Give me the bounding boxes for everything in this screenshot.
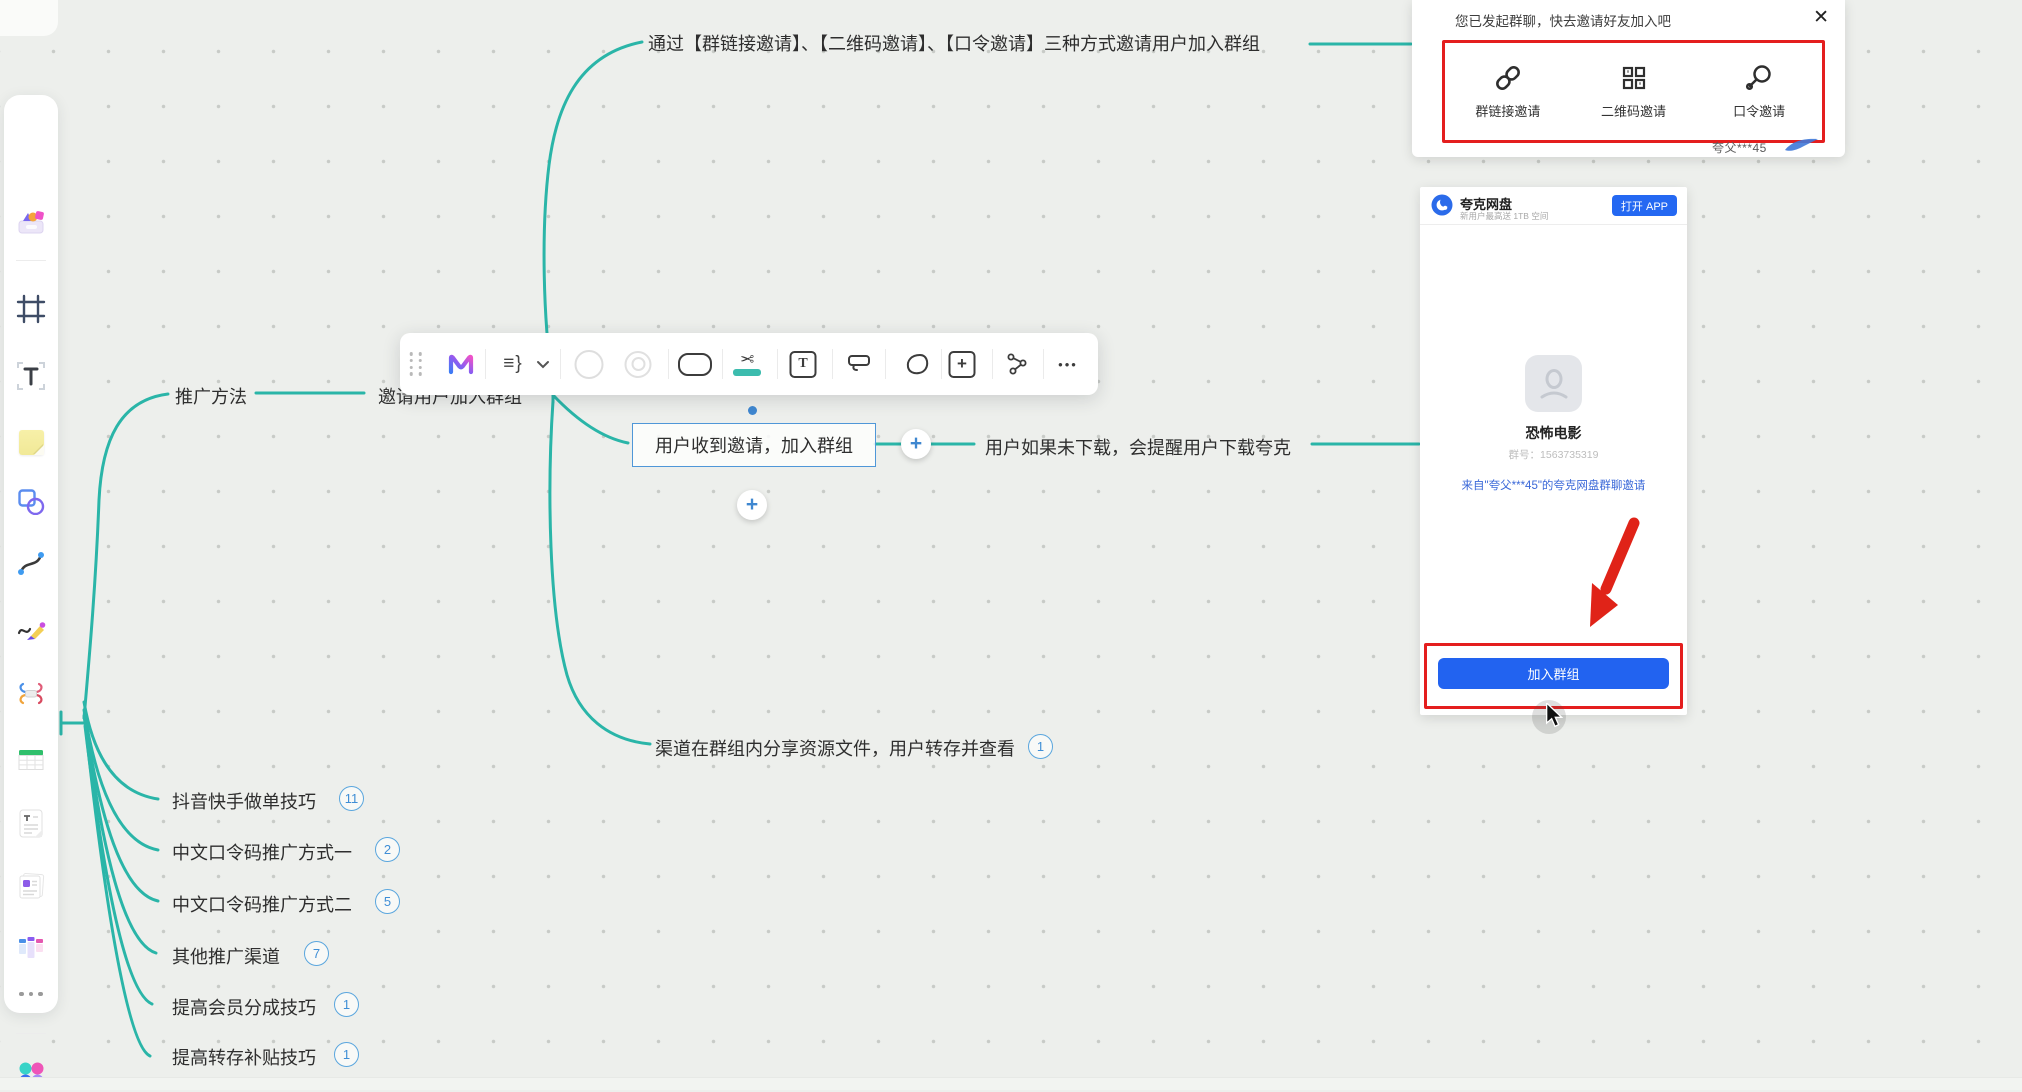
link-icon — [1493, 64, 1523, 92]
toolbar-divider — [832, 349, 833, 379]
node-toolbar: ≡} ✂ T + ••• — [400, 333, 1098, 395]
mindmap-icon[interactable] — [13, 675, 49, 711]
node-code-method-1[interactable]: 中文口令码推广方式一 — [172, 839, 352, 865]
text-style-icon[interactable]: T — [790, 333, 817, 395]
app-header: 夸克网盘 新用户最高送 1TB 空间 打开 APP — [1420, 187, 1687, 225]
collapsed-count-badge[interactable]: 1 — [1028, 734, 1053, 759]
collapsed-count-badge[interactable]: 1 — [334, 1042, 359, 1067]
person-icon — [1537, 367, 1571, 401]
open-app-button[interactable]: 打开 APP — [1612, 195, 1677, 216]
group-avatar — [1525, 355, 1582, 412]
more-tools-icon[interactable] — [13, 981, 49, 1007]
node-douyin-tips[interactable]: 抖音快手做单技巧 — [172, 788, 316, 814]
collapsed-count-badge[interactable]: 7 — [304, 941, 329, 966]
toolbar-divider — [1043, 349, 1044, 379]
drag-handle-icon[interactable] — [410, 333, 423, 395]
invite-options-screenshot[interactable]: 您已发起群聊，快去邀请好友加入吧 ✕ 群链接邀请 二维码邀请 口令邀请 夸父**… — [1412, 0, 1845, 157]
toolbar-divider — [668, 349, 669, 379]
table-icon[interactable] — [13, 742, 49, 778]
passcode-icon — [1744, 64, 1774, 92]
invite-option-label: 群链接邀请 — [1475, 101, 1540, 120]
sidebar-divider — [16, 260, 46, 261]
node-selected-user-receives-invite[interactable]: 用户收到邀请，加入群组 — [632, 423, 876, 467]
mindmap-branches — [0, 0, 2022, 1090]
brand-logo-icon[interactable] — [448, 333, 474, 395]
node-shape-icon[interactable] — [678, 333, 712, 395]
frame-icon[interactable] — [13, 291, 49, 327]
node-member-split-tips[interactable]: 提高会员分成技巧 — [172, 994, 316, 1020]
text-tool-icon[interactable] — [13, 358, 49, 394]
join-group-button[interactable]: 加入群组 — [1438, 658, 1669, 689]
toolbar-divider — [777, 349, 778, 379]
collapsed-count-badge[interactable]: 1 — [334, 992, 359, 1017]
invite-option-link[interactable]: 群链接邀请 — [1445, 43, 1571, 140]
toolbar-divider — [885, 349, 886, 379]
format-painter-icon[interactable] — [846, 333, 872, 395]
collapsed-count-badge[interactable]: 2 — [375, 837, 400, 862]
toolbar-divider — [560, 349, 561, 379]
structure-icon[interactable]: ≡} — [503, 333, 522, 395]
red-annotation-arrow — [1580, 517, 1642, 644]
insert-node-icon[interactable]: + — [949, 333, 976, 395]
qr-code-icon — [1620, 64, 1648, 92]
app-subtitle: 新用户最高送 1TB 空间 — [1460, 210, 1548, 222]
sticky-note-icon[interactable] — [13, 424, 49, 460]
toolbar-divider — [992, 349, 993, 379]
selection-handle[interactable] — [748, 406, 757, 415]
tool-sidebar — [4, 95, 58, 1013]
account-watermark: 夸父***45 — [1712, 139, 1767, 156]
templates-icon[interactable] — [13, 204, 49, 240]
toolbar-divider — [722, 349, 723, 379]
join-group-screenshot[interactable]: 夸克网盘 新用户最高送 1TB 空间 打开 APP 恐怖电影 群号：156373… — [1420, 187, 1687, 715]
add-sibling-node-button[interactable]: + — [737, 490, 767, 520]
border-color-icon[interactable] — [625, 333, 652, 395]
close-icon[interactable]: ✕ — [1813, 6, 1829, 29]
sidebar-divider — [16, 1033, 46, 1034]
toolbar-more-icon[interactable]: ••• — [1058, 333, 1078, 395]
node-other-channels[interactable]: 其他推广渠道 — [172, 943, 280, 969]
document-icon[interactable] — [13, 806, 49, 842]
group-number: 群号：1563735319 — [1420, 447, 1687, 462]
pen-icon[interactable] — [13, 609, 49, 645]
invite-panel-title: 您已发起群聊，快去邀请好友加入吧 — [1455, 10, 1671, 30]
quark-swoosh-logo — [1784, 137, 1820, 159]
note-card-icon[interactable] — [13, 868, 49, 904]
kanban-icon[interactable] — [13, 930, 49, 966]
corner-blank — [0, 0, 58, 36]
relation-icon[interactable] — [1005, 333, 1029, 395]
node-invite-ways-note[interactable]: 通过【群链接邀请】、【二维码邀请】、【口令邀请】三种方式邀请用户加入群组 — [648, 26, 1282, 62]
mouse-cursor — [1545, 703, 1565, 733]
bottom-strip — [0, 1077, 2022, 1090]
invite-source-text: 来自"夸父***45"的夸克网盘群聊邀请 — [1420, 477, 1687, 493]
red-highlight-box: 群链接邀请 二维码邀请 口令邀请 — [1442, 40, 1825, 143]
invite-option-label: 口令邀请 — [1733, 101, 1785, 120]
chevron-down-icon[interactable] — [536, 333, 550, 395]
branch-style-icon[interactable]: ✂ — [733, 333, 761, 395]
toolbar-divider — [485, 349, 486, 379]
outline-shape-icon[interactable] — [904, 333, 930, 395]
node-remind-download[interactable]: 用户如果未下载，会提醒用户下载夸克 — [985, 434, 1291, 460]
fill-color-icon[interactable] — [575, 333, 604, 395]
shapes-icon[interactable] — [13, 483, 49, 519]
collapsed-count-badge[interactable]: 11 — [339, 786, 364, 811]
node-promotion-method[interactable]: 推广方法 — [175, 383, 247, 409]
invite-option-qrcode[interactable]: 二维码邀请 — [1571, 43, 1697, 140]
whiteboard-canvas[interactable]: 推广方法 邀请用户加入群组 通过【群链接邀请】、【二维码邀请】、【口令邀请】三种… — [0, 0, 2022, 1090]
toolbar-divider — [941, 349, 942, 379]
invite-option-passcode[interactable]: 口令邀请 — [1696, 43, 1822, 140]
add-child-node-button[interactable]: + — [901, 429, 931, 459]
invite-option-label: 二维码邀请 — [1601, 101, 1666, 120]
connector-icon[interactable] — [13, 544, 49, 580]
node-code-method-2[interactable]: 中文口令码推广方式二 — [172, 891, 352, 917]
node-transfer-subsidy-tips[interactable]: 提高转存补贴技巧 — [172, 1044, 316, 1070]
node-share-files[interactable]: 渠道在群组内分享资源文件，用户转存并查看 — [655, 735, 1015, 761]
group-name: 恐怖电影 — [1420, 423, 1687, 443]
quark-app-logo — [1431, 194, 1453, 216]
collapsed-count-badge[interactable]: 5 — [375, 889, 400, 914]
